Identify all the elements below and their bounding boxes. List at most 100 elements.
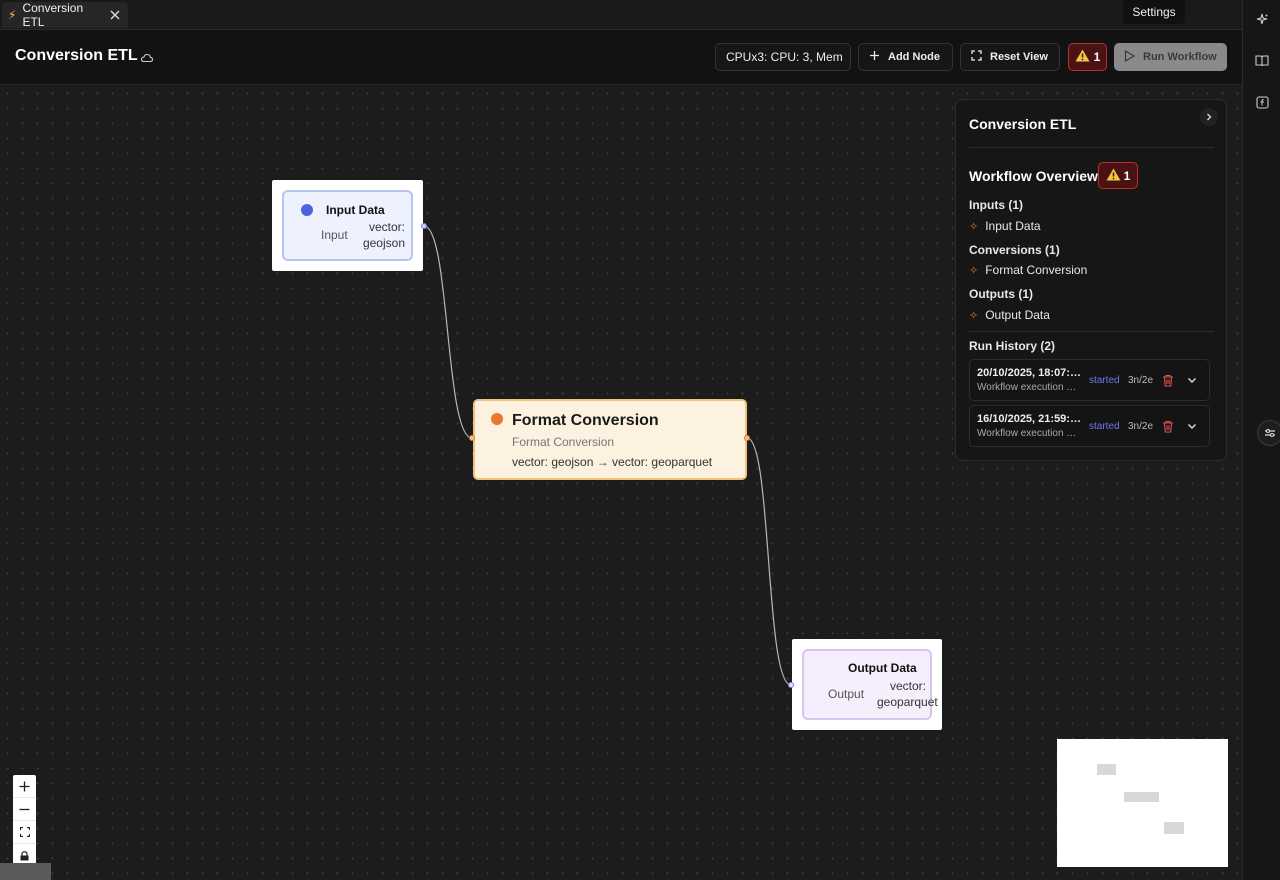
- run-workflow-button[interactable]: Run Workflow: [1114, 43, 1227, 71]
- zoom-out-button[interactable]: [13, 798, 36, 821]
- tab-bar: ⚡ Conversion ETL: [0, 0, 1242, 30]
- settings-tooltip: Settings: [1123, 0, 1185, 24]
- plus-icon: [869, 50, 880, 64]
- warning-icon: [1075, 49, 1090, 65]
- warning-icon: [1106, 168, 1121, 184]
- zoom-controls: [13, 775, 36, 867]
- trash-icon[interactable]: [1162, 374, 1174, 387]
- warning-badge-button[interactable]: 1: [1068, 43, 1107, 71]
- inputs-item[interactable]: ✧ Input Data: [969, 219, 1041, 233]
- tab-conversion-etl[interactable]: ⚡ Conversion ETL: [2, 1, 128, 29]
- inputs-item-label: Input Data: [985, 219, 1041, 233]
- run-node-count: 3n/2e: [1128, 421, 1154, 432]
- outputs-item[interactable]: ✧ Output Data: [969, 308, 1050, 322]
- input-node-type: Input: [321, 228, 348, 242]
- overview-warning-count: 1: [1123, 168, 1131, 183]
- node-marker-icon: ✧: [969, 264, 979, 277]
- cpu-selector-value: CPUx3: CPU: 3, Mem: [726, 50, 843, 64]
- output-node-type: Output: [828, 687, 865, 701]
- input-node-format-line1: vector:: [368, 220, 405, 234]
- bolt-icon: ⚡: [8, 8, 17, 22]
- book-icon[interactable]: [1253, 52, 1271, 70]
- close-tab-icon[interactable]: [109, 8, 122, 22]
- output-node-format-line2: geoparquet: [877, 695, 938, 709]
- cpu-selector[interactable]: CPUx3: CPU: 3, Mem: [715, 43, 851, 71]
- divider: [969, 147, 1214, 148]
- input-data-node[interactable]: Input Data Input vector: geojson: [272, 180, 423, 271]
- plus-icon: [19, 781, 30, 791]
- conversions-item-label: Format Conversion: [985, 263, 1088, 277]
- run-node-count: 3n/2e: [1128, 375, 1154, 386]
- minimap-output-node: [1164, 822, 1184, 834]
- input-node-card: Input Data Input vector: geojson: [282, 190, 413, 261]
- reset-view-label: Reset View: [990, 51, 1048, 63]
- collapse-panel-button[interactable]: [1200, 108, 1218, 126]
- page-title: Conversion ETL: [15, 47, 138, 64]
- conversion-node-input-handle[interactable]: [469, 435, 475, 441]
- right-rail: [1242, 0, 1280, 880]
- chevron-right-icon: [1207, 113, 1212, 121]
- run-description: Workflow execution started: [977, 382, 1081, 393]
- conversions-section-header: Conversions (1): [969, 243, 1060, 257]
- run-workflow-label: Run Workflow: [1143, 51, 1217, 63]
- panel-title: Conversion ETL: [969, 116, 1077, 132]
- node-marker-icon: ✧: [969, 220, 979, 233]
- output-node-title: Output Data: [848, 661, 917, 675]
- input-node-title: Input Data: [326, 203, 385, 217]
- fit-view-icon: [19, 827, 30, 837]
- output-node-input-handle[interactable]: [788, 682, 794, 688]
- outputs-section-header: Outputs (1): [969, 287, 1033, 301]
- minimap-conversion-node: [1124, 792, 1159, 802]
- format-conversion-node[interactable]: Format Conversion Format Conversion vect…: [473, 399, 747, 480]
- minimap[interactable]: [1057, 739, 1228, 867]
- run-status: started: [1089, 375, 1120, 386]
- output-data-node[interactable]: Output Data Output vector: geoparquet: [792, 639, 942, 730]
- run-history-row[interactable]: 16/10/2025, 21:59:55 Workflow execution …: [969, 405, 1210, 447]
- play-icon: [1124, 49, 1136, 65]
- outputs-item-label: Output Data: [985, 308, 1050, 322]
- workflow-overview-panel: Conversion ETL Workflow Overview 1 Input…: [955, 99, 1227, 461]
- input-status-dot: [301, 204, 313, 216]
- edge-conversion-to-output[interactable]: [746, 437, 792, 686]
- run-date: 20/10/2025, 18:07:59: [977, 367, 1081, 379]
- conversion-node-subtitle: Format Conversion: [512, 435, 615, 449]
- run-description: Workflow execution started: [977, 428, 1081, 439]
- conversion-node-output-handle[interactable]: [744, 435, 750, 441]
- edge-input-to-conversion[interactable]: [423, 225, 473, 439]
- panel-toggle-icon[interactable]: [1257, 420, 1280, 446]
- minimap-input-node: [1097, 764, 1116, 775]
- cloud-sync-icon: [140, 51, 154, 65]
- tab-label: Conversion ETL: [22, 1, 84, 29]
- conversion-node-mapping: vector: geojson → vector: geoparquet: [512, 455, 713, 469]
- input-node-format-line2: geojson: [362, 236, 405, 250]
- horizontal-scrollbar[interactable]: [0, 863, 51, 880]
- input-node-output-handle[interactable]: [421, 223, 427, 229]
- workflow-header: Conversion ETL CPUx3: CPU: 3, Mem Add No…: [0, 30, 1242, 85]
- reset-view-button[interactable]: Reset View: [960, 43, 1060, 71]
- overview-warning-badge[interactable]: 1: [1098, 162, 1138, 189]
- function-icon[interactable]: [1253, 93, 1271, 111]
- sparkles-icon[interactable]: [1253, 11, 1271, 29]
- run-history-header: Run History (2): [969, 339, 1056, 353]
- run-status: started: [1089, 421, 1120, 432]
- run-date: 16/10/2025, 21:59:55: [977, 413, 1081, 425]
- add-node-button[interactable]: Add Node: [858, 43, 953, 71]
- chevron-down-icon[interactable]: [1186, 420, 1198, 432]
- app-window: ⚡ Conversion ETL Settings Conversion ETL…: [0, 0, 1280, 880]
- warning-count: 1: [1093, 50, 1101, 64]
- node-marker-icon: ✧: [969, 309, 979, 322]
- output-node-format-line1: vector:: [890, 679, 927, 693]
- add-node-label: Add Node: [888, 51, 940, 63]
- conversion-status-dot: [491, 413, 503, 425]
- minus-icon: [19, 808, 30, 810]
- fit-view-button[interactable]: [13, 821, 36, 844]
- fullscreen-icon: [971, 50, 982, 64]
- output-node-card: Output Data Output vector: geoparquet: [802, 649, 938, 720]
- trash-icon[interactable]: [1162, 420, 1174, 433]
- lock-icon: [20, 850, 29, 860]
- divider: [969, 331, 1214, 332]
- zoom-in-button[interactable]: [13, 775, 36, 798]
- chevron-down-icon[interactable]: [1186, 374, 1198, 386]
- conversions-item[interactable]: ✧ Format Conversion: [969, 263, 1087, 277]
- run-history-row[interactable]: 20/10/2025, 18:07:59 Workflow execution …: [969, 359, 1210, 401]
